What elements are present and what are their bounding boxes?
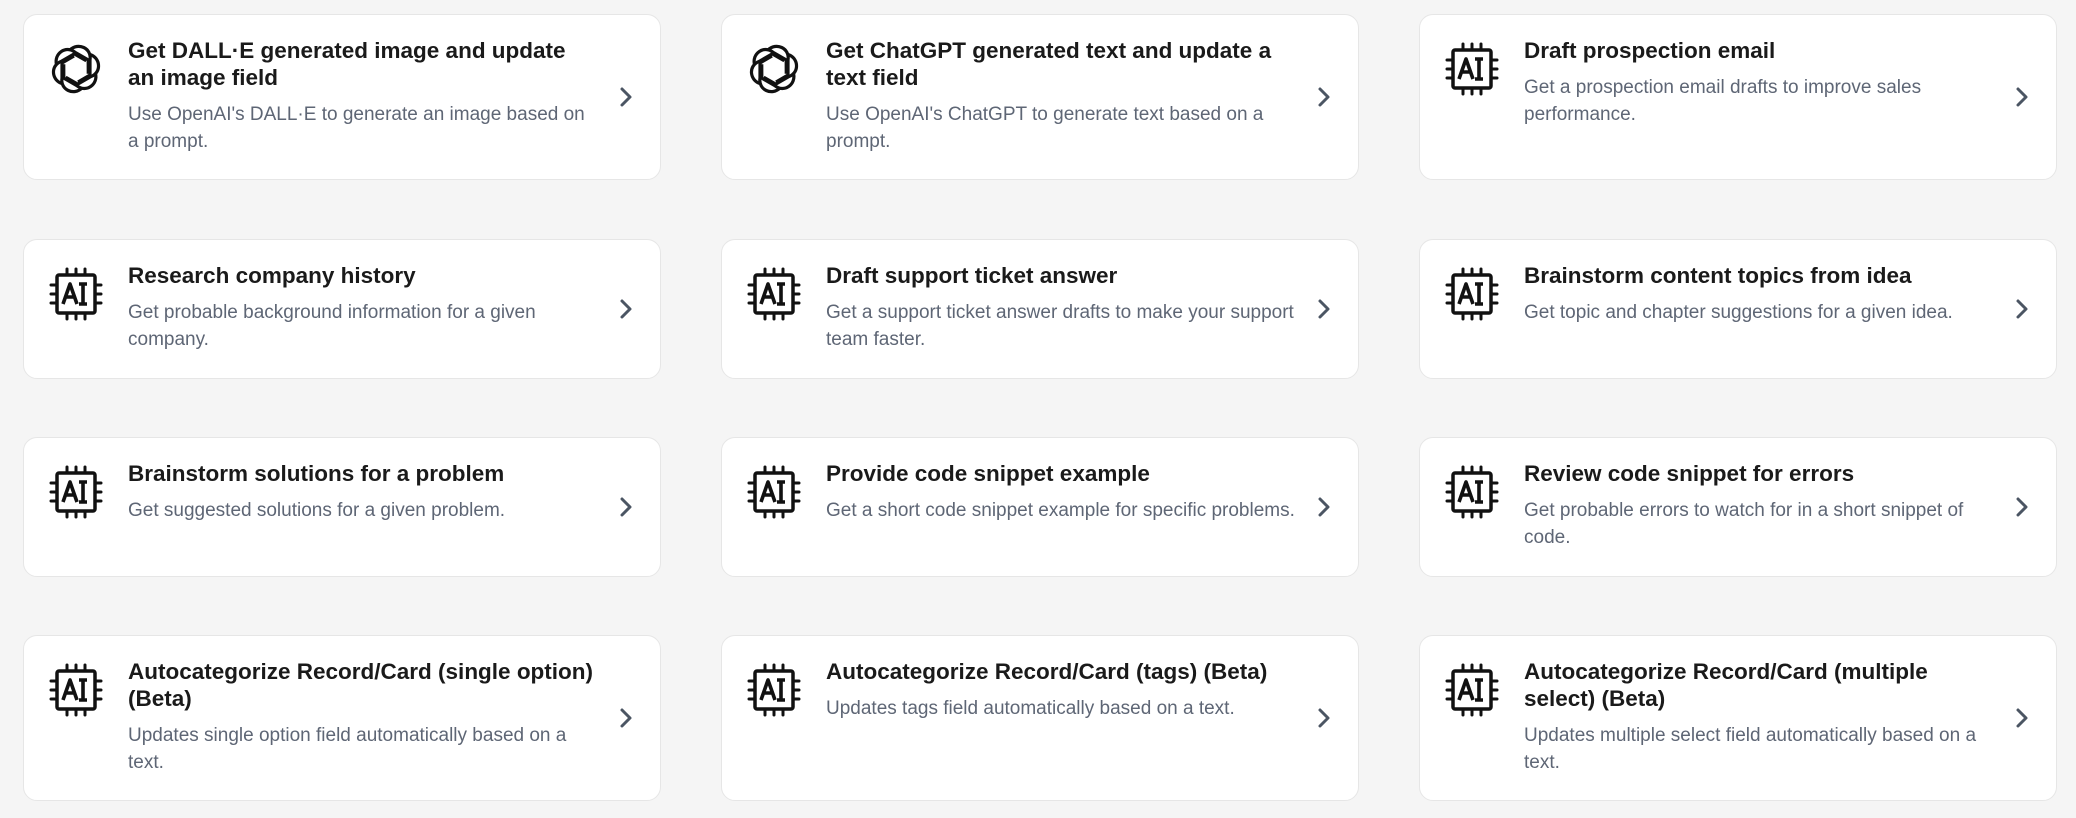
openai-icon <box>48 41 104 97</box>
ai-chip-icon <box>1444 464 1500 520</box>
chevron-right-icon[interactable] <box>618 298 634 320</box>
template-card-draft-prospection-email[interactable]: Draft prospection email Get a prospectio… <box>1419 14 2057 180</box>
template-card-autocategorize-multiple-select[interactable]: Autocategorize Record/Card (multiple sel… <box>1419 635 2057 801</box>
template-card-brainstorm-content-topics[interactable]: Brainstorm content topics from idea Get … <box>1419 239 2057 379</box>
card-description: Updates single option field automaticall… <box>128 725 567 773</box>
ai-chip-icon <box>48 464 104 520</box>
card-description: Get a short code snippet example for spe… <box>826 500 1295 521</box>
template-card-draft-support-ticket-answer[interactable]: Draft support ticket answer Get a suppor… <box>721 239 1359 379</box>
ai-chip-icon <box>48 266 104 322</box>
ai-chip-icon <box>1444 41 1500 97</box>
ai-chip-icon <box>746 266 802 322</box>
card-description: Get topic and chapter suggestions for a … <box>1524 302 1953 323</box>
card-title: Autocategorize Record/Card (multiple sel… <box>1524 659 1928 711</box>
card-description: Updates tags field automatically based o… <box>826 698 1235 719</box>
ai-chip-icon <box>746 464 802 520</box>
ai-chip-icon <box>48 662 104 718</box>
chevron-right-icon[interactable] <box>1316 496 1332 518</box>
template-card-research-company-history[interactable]: Research company history Get probable ba… <box>23 239 661 379</box>
card-title: Autocategorize Record/Card (tags) (Beta) <box>826 659 1268 684</box>
ai-chip-icon <box>1444 662 1500 718</box>
template-card-autocategorize-tags[interactable]: Autocategorize Record/Card (tags) (Beta)… <box>721 635 1359 801</box>
chevron-right-icon[interactable] <box>1316 707 1332 729</box>
chevron-right-icon[interactable] <box>2014 86 2030 108</box>
chevron-right-icon[interactable] <box>1316 298 1332 320</box>
template-card-chatgpt-text[interactable]: Get ChatGPT generated text and update a … <box>721 14 1359 180</box>
openai-icon <box>746 41 802 97</box>
ai-chip-icon <box>1444 266 1500 322</box>
template-card-dalle-image[interactable]: Get DALL·E generated image and update an… <box>23 14 661 180</box>
card-description: Updates multiple select field automatica… <box>1524 725 1977 773</box>
card-description: Get suggested solutions for a given prob… <box>128 500 506 521</box>
chevron-right-icon[interactable] <box>618 707 634 729</box>
card-description: Get a prospection email drafts to improv… <box>1524 77 1922 125</box>
chevron-right-icon[interactable] <box>618 496 634 518</box>
card-description: Get a support ticket answer drafts to ma… <box>826 302 1294 350</box>
card-title: Review code snippet for errors <box>1524 461 1855 486</box>
ai-chip-icon <box>746 662 802 718</box>
template-card-review-code-snippet[interactable]: Review code snippet for errors Get proba… <box>1419 437 2057 577</box>
card-title: Draft prospection email <box>1524 38 1776 63</box>
card-description: Get probable background information for … <box>128 302 536 350</box>
template-card-autocategorize-single-option[interactable]: Autocategorize Record/Card (single optio… <box>23 635 661 801</box>
card-title: Brainstorm solutions for a problem <box>128 461 505 486</box>
template-card-brainstorm-solutions[interactable]: Brainstorm solutions for a problem Get s… <box>23 437 661 577</box>
template-card-provide-code-snippet[interactable]: Provide code snippet example Get a short… <box>721 437 1359 577</box>
chevron-right-icon[interactable] <box>1316 86 1332 108</box>
card-title: Get ChatGPT generated text and update a … <box>826 38 1272 90</box>
card-title: Provide code snippet example <box>826 461 1150 486</box>
card-description: Use OpenAI's DALL·E to generate an image… <box>128 104 585 152</box>
chevron-right-icon[interactable] <box>618 86 634 108</box>
chevron-right-icon[interactable] <box>2014 298 2030 320</box>
chevron-right-icon[interactable] <box>2014 707 2030 729</box>
card-title: Get DALL·E generated image and update an… <box>128 38 566 90</box>
card-description: Use OpenAI's ChatGPT to generate text ba… <box>826 104 1264 152</box>
chevron-right-icon[interactable] <box>2014 496 2030 518</box>
card-title: Brainstorm content topics from idea <box>1524 263 1912 288</box>
card-description: Get probable errors to watch for in a sh… <box>1524 500 1964 548</box>
card-title: Research company history <box>128 263 416 288</box>
card-title: Draft support ticket answer <box>826 263 1118 288</box>
card-title: Autocategorize Record/Card (single optio… <box>128 659 594 711</box>
